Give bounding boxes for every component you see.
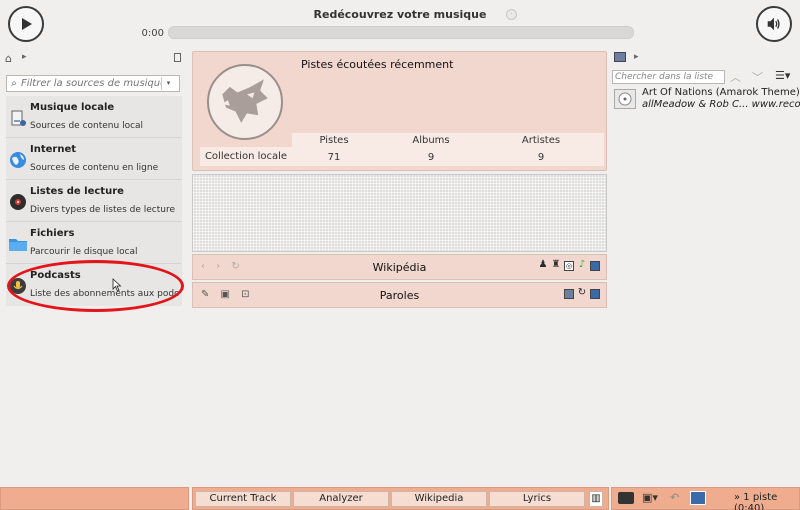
play-icon	[22, 18, 32, 30]
progress-slider[interactable]	[168, 26, 634, 39]
volume-button[interactable]	[756, 6, 792, 42]
stats-value-artists: 9	[537, 152, 545, 163]
playlist-layout-icon[interactable]	[690, 491, 706, 505]
undo-icon[interactable]: ↶	[670, 491, 679, 504]
playlist-track-title: Art Of Nations (Amarok Theme)	[642, 87, 800, 98]
recent-tracks-title: Pistes écoutées récemment	[301, 58, 454, 71]
source-filter-input[interactable]	[21, 78, 161, 89]
chevron-down-icon[interactable]: ▾	[161, 77, 175, 90]
source-item-local-music[interactable]: Musique locale Sources de contenu local	[6, 96, 182, 138]
album-cover-wolf	[207, 64, 283, 140]
elapsed-time: 0:00	[141, 28, 164, 39]
vinyl-icon	[10, 194, 26, 210]
lyrics-toolbar: ↻	[564, 288, 600, 299]
tab-lyrics[interactable]: Lyrics	[489, 491, 585, 507]
mouse-cursor-icon	[112, 278, 122, 292]
stats-value-tracks: 71	[327, 152, 341, 163]
search-icon: ⌕	[11, 78, 17, 89]
wikipedia-applet: ‹ › ↻ Wikipédia ♟ ♜ ◎ ♪	[192, 254, 607, 280]
wiki-toolbar: ♟ ♜ ◎ ♪	[538, 260, 600, 271]
applet-config-icon[interactable]: ▥	[589, 491, 603, 507]
save-playlist-icon[interactable]: ▣▾	[642, 491, 658, 504]
reload-icon[interactable]: ↻	[577, 288, 587, 299]
stats-value-albums: 9	[427, 152, 435, 163]
settings-icon[interactable]	[590, 261, 600, 271]
folder-icon	[9, 239, 27, 251]
tab-wikipedia[interactable]: Wikipedia	[391, 491, 487, 507]
settings-icon[interactable]	[590, 289, 600, 299]
source-name: Fichiers	[30, 228, 75, 239]
lyrics-applet: ✎ ▣ ⊡ Paroles ↻	[192, 282, 607, 308]
stats-header-tracks: Pistes	[319, 135, 349, 146]
stats-header-albums: Albums	[412, 135, 450, 146]
applet-tab-bar: Current Track Analyzer Wikipedia Lyrics …	[192, 487, 609, 510]
tab-analyzer[interactable]: Analyzer	[293, 491, 389, 507]
artist-icon[interactable]: ♟	[538, 260, 548, 271]
source-name: Musique locale	[30, 102, 115, 113]
chevron-down-icon[interactable]: ﹀	[752, 69, 763, 85]
source-item-internet[interactable]: Internet Sources de contenu en ligne	[6, 138, 182, 180]
clear-playlist-icon[interactable]	[618, 492, 634, 504]
cd-cover-icon	[614, 89, 636, 109]
page-title: Redécouvrez votre musique	[313, 8, 487, 21]
analyzer-applet	[192, 174, 607, 252]
stats-row-label: Collection locale	[204, 151, 288, 162]
breadcrumb-arrow-icon[interactable]: ▸	[634, 52, 639, 62]
home-icon[interactable]: ⌂	[5, 52, 12, 65]
chevron-up-icon[interactable]: ︿	[730, 69, 741, 85]
globe-icon	[10, 152, 26, 168]
track-icon[interactable]: ♪	[577, 260, 587, 271]
breadcrumb-arrow-icon[interactable]: ▸	[22, 52, 27, 62]
source-desc: Parcourir le disque local	[30, 247, 138, 257]
wolf-logo-icon	[222, 79, 268, 123]
search-lyrics-icon[interactable]	[564, 289, 574, 299]
source-filter-box[interactable]: ⌕ ▾	[6, 75, 180, 92]
source-desc: Sources de contenu local	[30, 121, 144, 131]
stats-header-artists: Artistes	[521, 135, 561, 146]
info-dot-icon[interactable]: ·	[506, 9, 517, 20]
playlist-track-artist: allMeadow & Rob C... www.reconstr	[642, 99, 800, 110]
source-desc: Sources de contenu en ligne	[30, 163, 159, 173]
source-desc: Divers types de listes de lecture	[30, 205, 175, 215]
tab-current-track[interactable]: Current Track	[195, 491, 291, 507]
source-item-files[interactable]: Fichiers Parcourir le disque local	[6, 222, 182, 264]
play-button[interactable]	[8, 6, 44, 42]
source-name: Internet	[30, 144, 77, 155]
lyrics-title: Paroles	[379, 289, 420, 302]
menu-icon[interactable]: ☰▾	[775, 69, 790, 82]
playlist-layout-icon[interactable]	[614, 52, 626, 62]
speaker-icon	[767, 17, 780, 31]
playlist-search-input[interactable]: Chercher dans la liste	[612, 70, 725, 84]
annotation-ellipse	[7, 260, 184, 312]
album-icon[interactable]: ◎	[564, 261, 574, 271]
bottom-left-toolbar	[0, 487, 189, 510]
dock-icon[interactable]	[174, 53, 181, 62]
hard-drive-icon	[11, 110, 26, 126]
source-item-playlists[interactable]: Listes de lecture Divers types de listes…	[6, 180, 182, 222]
source-name: Listes de lecture	[30, 186, 124, 197]
playlist-status: » 1 piste (0:40)	[734, 492, 778, 510]
composer-icon[interactable]: ♜	[551, 260, 561, 271]
